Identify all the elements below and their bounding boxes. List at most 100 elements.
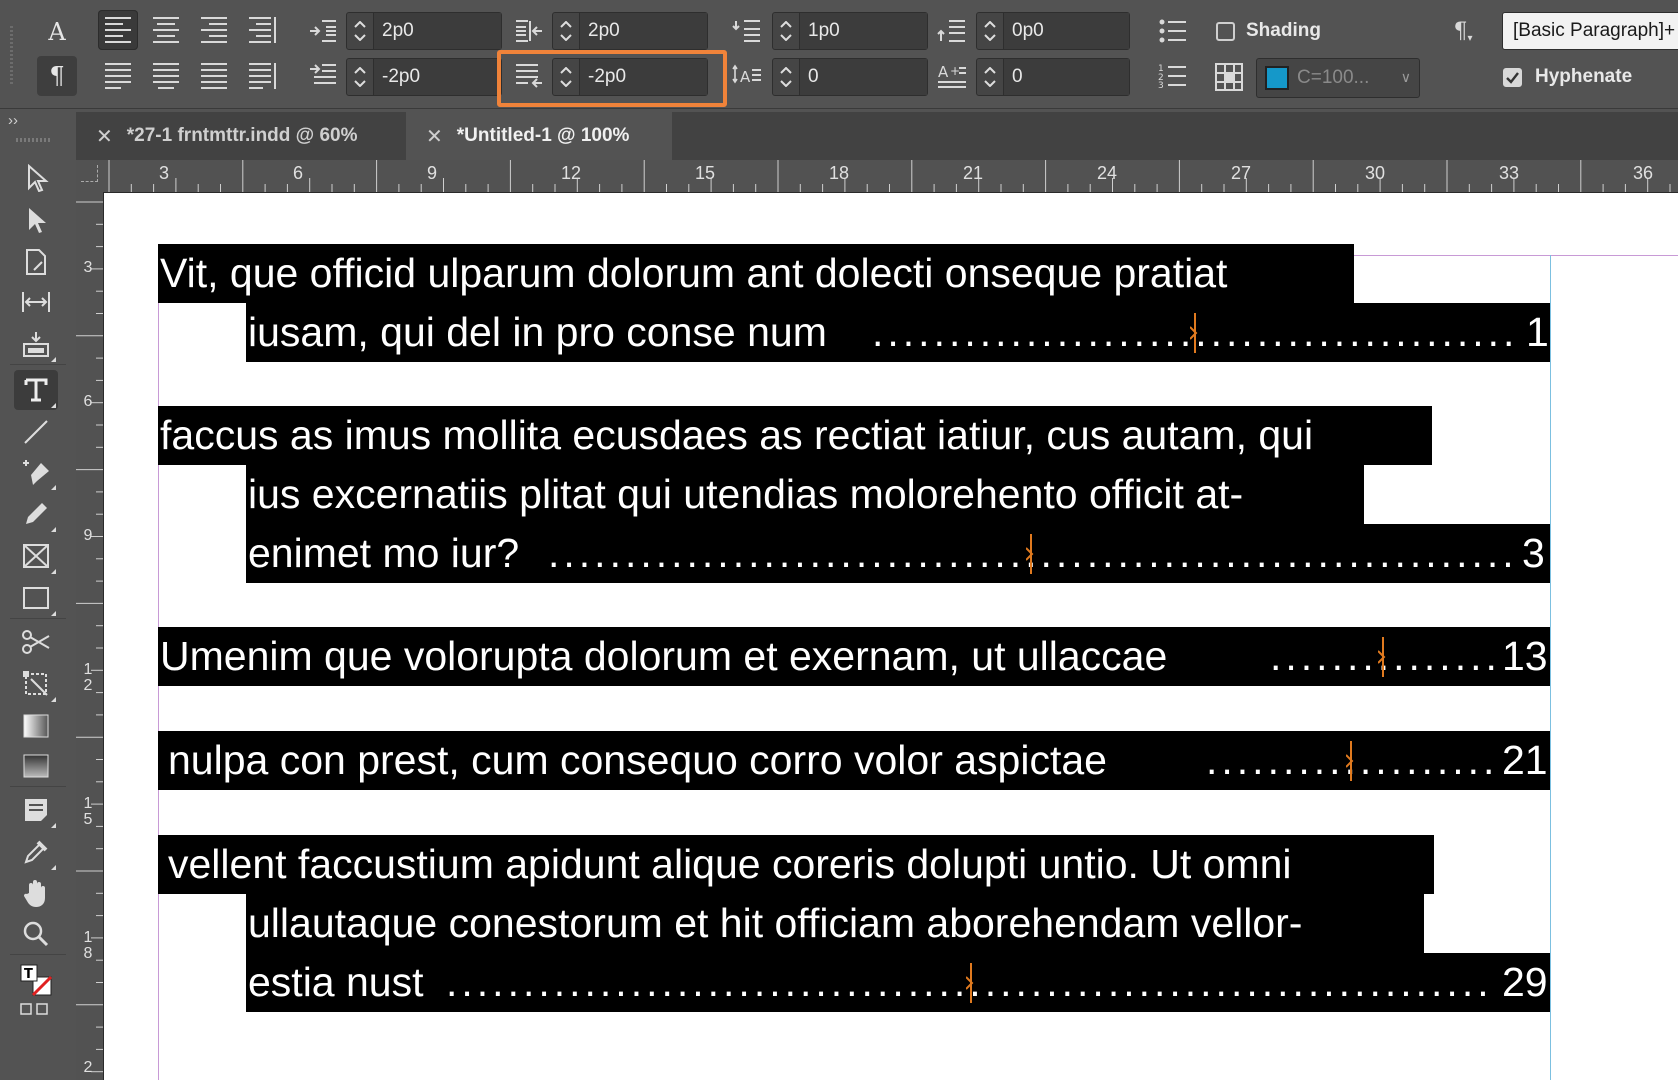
space-after-field[interactable]: 0p0 <box>976 12 1130 50</box>
space-before-icon <box>730 14 764 48</box>
drop-cap-characters-value[interactable]: 0 <box>1004 59 1129 95</box>
first-line-indent-stepper[interactable] <box>347 59 374 95</box>
pen-tool[interactable] <box>14 452 58 492</box>
first-line-indent-field[interactable]: -2p0 <box>346 58 502 96</box>
text-frame-edge <box>1550 255 1551 1080</box>
tools-panel: T <box>0 148 76 1080</box>
hand-tool[interactable] <box>14 874 58 914</box>
toc-entry-line[interactable]: Umenim que volorupta dolorum et exernam,… <box>158 627 1550 686</box>
note-tool[interactable] <box>14 790 58 830</box>
gap-tool[interactable] <box>14 282 58 322</box>
right-indent-value[interactable]: 2p0 <box>580 13 707 49</box>
drop-cap-lines-value[interactable]: 0 <box>800 59 927 95</box>
left-indent-value[interactable]: 2p0 <box>374 13 501 49</box>
horizontal-ruler[interactable]: 3 6 9 12 15 18 21 24 27 30 33 36 <box>103 160 1678 193</box>
pencil-tool[interactable] <box>14 494 58 534</box>
ruler-label: 1 5 <box>83 795 93 828</box>
selection-tool[interactable] <box>14 158 58 198</box>
shading-grid-icon <box>1212 60 1246 94</box>
svg-text:+: + <box>950 64 960 78</box>
shading-checkbox[interactable] <box>1216 22 1235 41</box>
tools-panel-grip[interactable] <box>16 138 52 142</box>
hyphenate-checkbox[interactable] <box>1503 68 1522 87</box>
content-collector-tool[interactable] <box>14 324 58 364</box>
scissors-tool[interactable] <box>14 622 58 662</box>
paragraph-style-select[interactable]: [Basic Paragraph]+ <box>1502 12 1678 50</box>
page-tool[interactable] <box>14 242 58 282</box>
tab-frntmttr[interactable]: ✕ *27-1 frntmttr.indd @ 60% <box>76 112 406 160</box>
drop-cap-characters-field[interactable]: 0 <box>976 58 1130 96</box>
align-left-button[interactable] <box>98 10 138 50</box>
align-towards-spine-button[interactable] <box>242 10 282 50</box>
svg-text:A: A <box>740 68 751 86</box>
left-indent-stepper[interactable] <box>347 13 374 49</box>
ruler-label: 2 <box>83 1059 93 1076</box>
numbered-list-icon[interactable]: 123 <box>1156 58 1190 92</box>
type-tool[interactable] <box>14 370 58 410</box>
toc-entry-text: faccus as imus mollita ecusdaes as recti… <box>160 412 1314 458</box>
gradient-feather-tool[interactable] <box>14 746 58 786</box>
toc-entry-line[interactable]: vellent faccustium apidunt alique coreri… <box>158 835 1434 894</box>
justify-left-icon <box>105 63 131 89</box>
ruler-label: 3 <box>83 259 93 276</box>
align-away-from-spine-button[interactable] <box>242 56 282 96</box>
toc-entry-text: vellent faccustium apidunt alique coreri… <box>168 841 1292 887</box>
panel-grip[interactable] <box>10 26 13 86</box>
space-before-field[interactable]: 1p0 <box>772 12 928 50</box>
first-line-indent-value[interactable]: -2p0 <box>374 59 501 95</box>
eyedropper-tool[interactable] <box>14 832 58 872</box>
space-before-stepper[interactable] <box>773 13 800 49</box>
rectangle-frame-tool[interactable] <box>14 536 58 576</box>
toc-entry-line[interactable]: ullautaque conestorum et hit officiam ab… <box>246 894 1424 953</box>
toc-entry-line[interactable]: iusam, qui del in pro conse num ........… <box>246 303 1550 362</box>
direct-selection-arrow-icon <box>29 208 46 233</box>
swatch-value: C=100... <box>1297 67 1370 88</box>
drop-cap-lines-field[interactable]: 0 <box>772 58 928 96</box>
space-after-value[interactable]: 0p0 <box>1004 13 1129 49</box>
space-before-value[interactable]: 1p0 <box>800 13 927 49</box>
justify-left-button[interactable] <box>98 56 138 96</box>
rectangle-tool[interactable] <box>14 578 58 618</box>
expand-panel-icon[interactable]: ›› <box>8 112 18 129</box>
fill-stroke-swatches[interactable]: T <box>14 960 58 1000</box>
shading-color-select[interactable]: C=100... ∨ <box>1256 58 1420 98</box>
justify-all-button[interactable] <box>194 56 234 96</box>
toc-entry-line[interactable]: Vit, que officid ulparum dolorum ant dol… <box>158 244 1354 303</box>
tab-untitled[interactable]: ✕ *Untitled-1 @ 100% <box>406 112 672 160</box>
close-icon[interactable]: ✕ <box>426 124 443 148</box>
formatting-affects-text-toggle[interactable] <box>14 1000 58 1022</box>
close-icon[interactable]: ✕ <box>96 124 113 148</box>
free-transform-icon <box>23 671 48 696</box>
paragraph-styles-icon[interactable]: ¶ ▾ <box>1446 14 1480 48</box>
align-towards-spine-icon <box>248 17 276 43</box>
toc-entry-line[interactable]: nulpa con prest, cum consequo corro volo… <box>158 731 1550 790</box>
toc-entry-line[interactable]: faccus as imus mollita ecusdaes as recti… <box>158 406 1432 465</box>
selection-arrow-icon <box>28 164 49 192</box>
drop-cap-lines-stepper[interactable] <box>773 59 800 95</box>
zoom-tool[interactable] <box>14 914 58 954</box>
align-center-icon <box>153 17 179 43</box>
gradient-swatch-tool[interactable] <box>14 706 58 746</box>
free-transform-tool[interactable] <box>14 664 58 704</box>
paragraph-mode-label: ¶ <box>49 62 65 90</box>
justify-center-button[interactable] <box>146 56 186 96</box>
toc-entry-line[interactable]: estia nust .............................… <box>246 953 1550 1012</box>
left-indent-field[interactable]: 2p0 <box>346 12 502 50</box>
align-center-button[interactable] <box>146 10 186 50</box>
ruler-origin[interactable] <box>76 160 104 193</box>
line-tool[interactable] <box>14 412 58 452</box>
drop-cap-characters-stepper[interactable] <box>977 59 1004 95</box>
toc-entry-line[interactable]: ius excernatiis plitat qui utendias molo… <box>246 465 1364 524</box>
paragraph-formatting-mode-button[interactable]: ¶ <box>37 56 77 96</box>
character-formatting-mode-button[interactable]: A <box>37 12 77 52</box>
right-indent-stepper[interactable] <box>553 13 580 49</box>
toc-entry-line[interactable]: enimet mo iur? .........................… <box>246 524 1550 583</box>
direct-selection-tool[interactable] <box>14 200 58 240</box>
vertical-ruler[interactable]: 3 6 9 1 2 1 5 1 8 2 <box>76 192 104 1080</box>
bulleted-list-icon[interactable] <box>1156 14 1190 48</box>
ruler-label: 15 <box>695 163 716 183</box>
justify-center-icon <box>153 63 179 89</box>
space-after-stepper[interactable] <box>977 13 1004 49</box>
align-right-button[interactable] <box>194 10 234 50</box>
right-indent-field[interactable]: 2p0 <box>552 12 708 50</box>
